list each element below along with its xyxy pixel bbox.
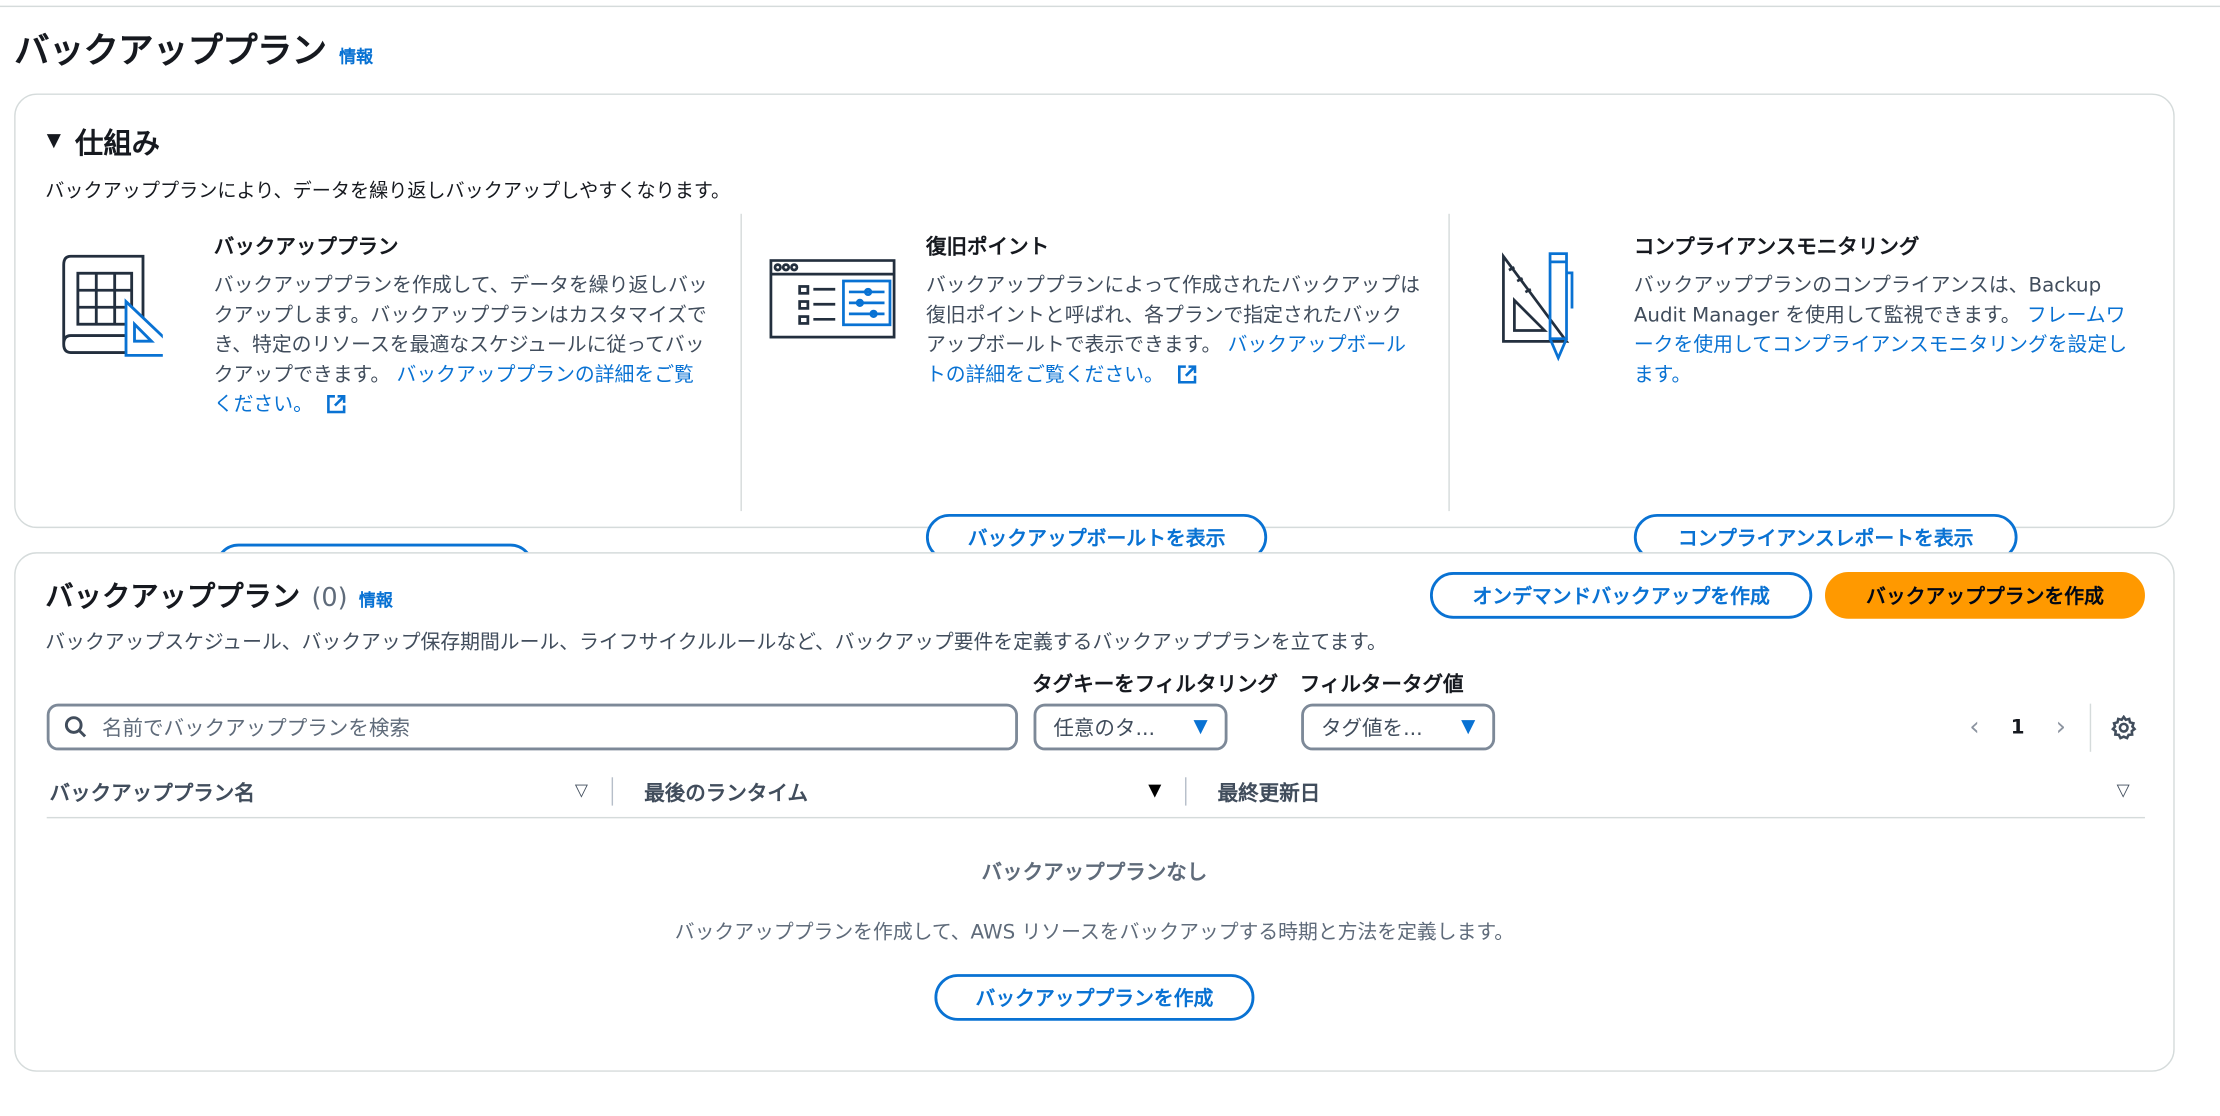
- search-input[interactable]: 名前でバックアッププランを検索: [46, 703, 1018, 751]
- sort-icon[interactable]: ▽: [575, 780, 588, 800]
- empty-state-description: バックアッププランを作成して、AWS リソースをバックアップする時期と方法を定義…: [674, 921, 1515, 945]
- tag-key-select[interactable]: 任意のタ... ▼: [1033, 703, 1228, 751]
- tag-value-filter-label: フィルタータグ値: [1299, 673, 1464, 697]
- how-it-works-title: 仕組み: [75, 126, 160, 160]
- chevron-left-icon[interactable]: ‹: [1969, 712, 1979, 742]
- ruler-pencil-icon: [1502, 252, 1574, 362]
- page-canvas: バックアッププラン 情報 ▼ 仕組み バックアッププランにより、データを繰り返し…: [0, 0, 2220, 1116]
- search-placeholder: 名前でバックアッププランを検索: [101, 717, 410, 741]
- column-divider[interactable]: [1185, 777, 1187, 806]
- column-header-last-runtime[interactable]: 最後のランタイム: [644, 777, 808, 807]
- column-header-last-updated[interactable]: 最終更新日: [1218, 777, 1321, 807]
- search-icon: [64, 716, 87, 738]
- page-info-link[interactable]: 情報: [339, 44, 373, 68]
- how-it-works-panel: ▼ 仕組み バックアッププランにより、データを繰り返しバックアップしやすくなりま…: [14, 93, 2175, 591]
- hiw-heading: 復旧ポイント: [925, 236, 1050, 260]
- hiw-heading: バックアッププラン: [213, 236, 399, 260]
- tag-key-filter-label: タグキーをフィルタリング: [1032, 673, 1279, 697]
- pagination: ‹ 1 ›: [1969, 712, 2065, 742]
- page-header: バックアッププラン 情報: [14, 23, 373, 74]
- page-number[interactable]: 1: [2011, 716, 2025, 739]
- hiw-column-text: 復旧ポイント バックアッププランによって作成されたバックアップは復旧ポイントと呼…: [926, 231, 1422, 391]
- hiw-paragraph: バックアッププランによって作成されたバックアップは復旧ポイントと呼ばれ、各プラン…: [926, 272, 1422, 391]
- plans-info-link[interactable]: 情報: [359, 588, 393, 612]
- backup-plans-table-panel: バックアッププラン (0) 情報 オンデマンドバックアップを作成 バックアッププ…: [14, 552, 2175, 1072]
- plans-header: バックアッププラン (0) 情報: [45, 573, 393, 614]
- create-backup-plan-button[interactable]: バックアッププランを作成: [1824, 571, 2145, 619]
- sort-desc-icon[interactable]: ▼: [1148, 780, 1161, 800]
- hiw-heading: コンプライアンスモニタリング: [1633, 236, 1920, 260]
- top-divider: [0, 5, 2220, 8]
- page-title: バックアッププラン: [14, 29, 327, 71]
- how-it-works-toggle[interactable]: ▼ 仕組み: [47, 120, 160, 161]
- hiw-column-compliance: コンプライアンスモニタリング バックアッププランのコンプライアンスは、Backu…: [1448, 213, 2157, 561]
- dropdown-triangle-icon: ▼: [1461, 716, 1476, 738]
- plans-description: バックアップスケジュール、バックアップ保存期間ルール、ライフサイクルルールなど、…: [45, 631, 1387, 655]
- sort-icon[interactable]: ▽: [2117, 780, 2130, 800]
- hiw-column-backup-plan: バックアッププラン バックアッププランを作成して、データを繰り返しバックアップし…: [44, 214, 738, 591]
- caret-down-icon: ▼: [46, 130, 61, 152]
- hiw-column-text: コンプライアンスモニタリング バックアッププランのコンプライアンスは、Backu…: [1634, 231, 2130, 391]
- hiw-column-text: バックアッププラン バックアッププランを作成して、データを繰り返しバックアップし…: [214, 231, 710, 421]
- chevron-right-icon[interactable]: ›: [2056, 712, 2066, 742]
- gear-icon[interactable]: [2111, 714, 2137, 740]
- hiw-paragraph: バックアッププランのコンプライアンスは、Backup Audit Manager…: [1634, 272, 2130, 391]
- external-link-icon: [1178, 365, 1198, 384]
- create-ondemand-backup-button[interactable]: オンデマンドバックアップを作成: [1429, 571, 1813, 619]
- table-header: バックアッププラン名 ▽ 最後のランタイム ▼ 最終更新日 ▽: [46, 772, 2145, 819]
- how-it-works-description: バックアッププランにより、データを繰り返しバックアップしやすくなります。: [45, 179, 731, 203]
- tag-key-selected: 任意のタ...: [1053, 717, 1156, 741]
- hiw-column-recovery-points: 復旧ポイント バックアッププランによって作成されたバックアップは復旧ポイントと呼…: [740, 213, 1449, 561]
- hiw-paragraph: バックアッププランを作成して、データを繰り返しバックアップします。バックアッププ…: [214, 272, 710, 421]
- dropdown-triangle-icon: ▼: [1193, 716, 1208, 738]
- column-header-plan-name[interactable]: バックアッププラン名: [50, 777, 255, 807]
- create-backup-plan-button-empty[interactable]: バックアッププランを作成: [934, 974, 1255, 1021]
- pagination-divider: [2089, 703, 2092, 752]
- tag-value-selected: タグ値を...: [1320, 717, 1423, 741]
- plans-count: (0): [311, 583, 348, 614]
- plans-title: バックアッププラン: [45, 579, 301, 614]
- blueprint-icon: [62, 254, 163, 357]
- browser-list-icon: [769, 259, 896, 339]
- external-link-icon: [327, 395, 347, 414]
- empty-state-title: バックアッププランなし: [981, 862, 1208, 885]
- column-divider[interactable]: [611, 777, 614, 806]
- tag-value-select[interactable]: タグ値を... ▼: [1301, 703, 1496, 751]
